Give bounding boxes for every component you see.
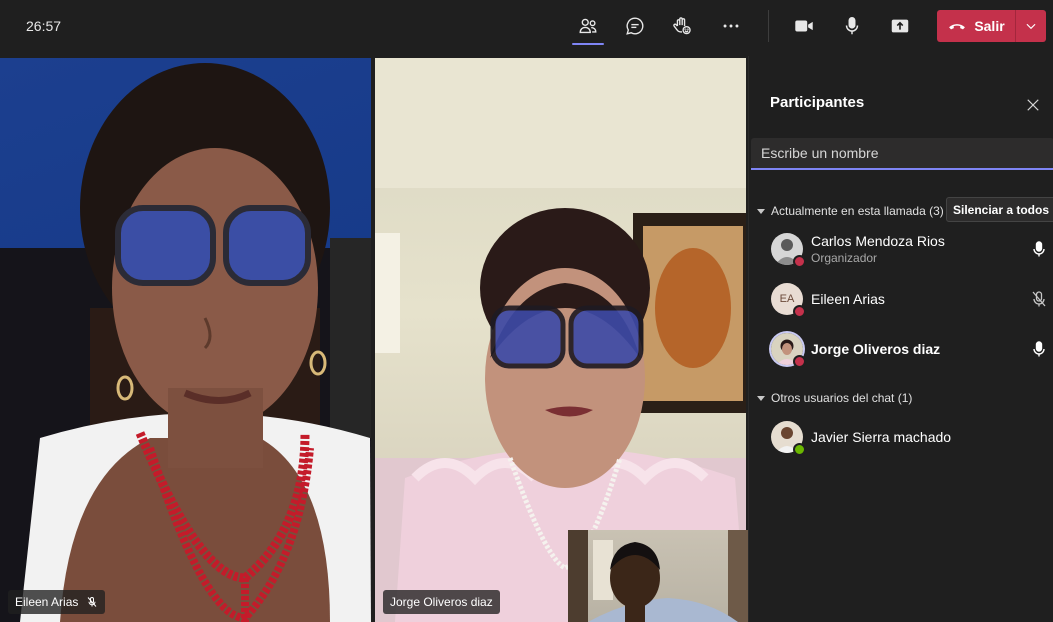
muted-microphone-icon [1032,291,1046,307]
tile-name-tag: Eileen Arias [8,590,106,614]
toolbar-divider [768,10,769,42]
avatar [771,421,806,456]
available-status-icon [793,443,806,456]
participant-role: Organizador [811,251,878,265]
participant-row[interactable]: EA Eileen Arias [749,275,1053,323]
participant-video-feed [0,63,371,622]
avatar [771,333,806,368]
participant-info: Javier Sierra machado [811,429,951,445]
close-icon[interactable] [1024,96,1042,114]
tile-name-tag: Jorge Oliveros diaz [383,590,500,614]
tile-participant-name: Eileen Arias [15,595,79,609]
participants-button[interactable] [570,10,606,45]
leave-options-button[interactable] [1016,10,1046,42]
caret-down-icon [757,208,765,214]
tile-participant-name: Jorge Oliveros diaz [390,595,493,609]
microphone-button[interactable] [834,10,870,42]
camera-icon [795,20,813,32]
participant-info: Carlos Mendoza Rios Organizador [811,233,945,265]
self-preview-video[interactable] [568,530,748,622]
avatar [771,233,806,268]
in-call-section-toggle[interactable]: Actualmente en esta llamada (3) [757,204,944,218]
avatar: EA [771,283,806,318]
participant-name: Carlos Mendoza Rios [811,233,945,249]
self-video-feed [568,530,748,622]
participant-name: Eileen Arias [811,291,885,307]
raise-hand-button[interactable] [664,10,700,42]
mute-all-button[interactable]: Silenciar a todos [946,197,1053,222]
camera-button[interactable] [786,10,822,42]
participant-name: Jorge Oliveros diaz [811,341,941,357]
muted-microphone-icon [88,597,97,607]
video-tile-eileen-arias[interactable]: Eileen Arias [0,58,371,622]
chat-user-row[interactable]: Javier Sierra machado [749,413,1053,461]
participant-info: Eileen Arias [811,291,885,307]
chevron-down-icon [1026,23,1036,30]
leave-call-button-group: Salir [937,10,1046,42]
microphone-icon [1033,241,1045,257]
microphone-icon [845,17,859,35]
participant-row[interactable]: Jorge Oliveros diaz [749,325,1053,373]
caret-down-icon [757,395,765,401]
share-icon [891,19,909,33]
share-button[interactable] [882,10,918,42]
busy-status-icon [793,255,806,268]
participants-panel: Participantes Actualmente en esta llamad… [748,56,1053,622]
busy-status-icon [793,305,806,318]
more-options-button[interactable] [713,10,749,42]
chat-button[interactable] [617,10,653,42]
microphone-icon [1033,341,1045,357]
meeting-toolbar: 26:57 Salir [0,0,1053,56]
call-timer: 26:57 [26,18,62,34]
more-icon [723,24,739,28]
participant-row[interactable]: Carlos Mendoza Rios Organizador [749,225,1053,273]
raise-hand-icon [673,17,691,35]
leave-button[interactable]: Salir [937,10,1015,42]
phone-hangup-icon [949,24,966,30]
chat-icon [626,17,644,35]
participants-icon [579,18,597,34]
other-users-section-header: Otros usuarios del chat (1) [771,391,913,405]
busy-status-icon [793,355,806,368]
panel-title: Participantes [770,94,865,111]
in-call-section-header: Actualmente en esta llamada (3) [771,204,944,218]
leave-label: Salir [974,18,1005,34]
participant-name: Javier Sierra machado [811,429,952,445]
other-users-section-toggle[interactable]: Otros usuarios del chat (1) [757,391,912,405]
participant-info: Jorge Oliveros diaz [811,341,940,357]
participant-search-input[interactable] [751,138,1053,170]
